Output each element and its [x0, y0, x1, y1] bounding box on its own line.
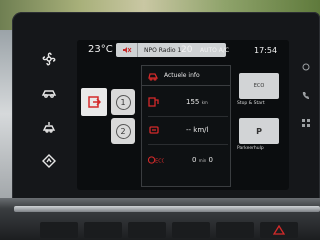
media-icon[interactable]	[299, 60, 313, 74]
right-hardkeys	[296, 50, 316, 190]
eco-icon: ECO	[253, 83, 265, 89]
status-bar: 23°C NPO Radio 1 20 AUTO A/C 17:54	[77, 40, 289, 62]
left-hardkeys	[22, 40, 72, 190]
range-row: 155 km	[148, 92, 228, 112]
eco-row: ECO 0 min 0	[148, 150, 228, 170]
panel-title: Actuele info	[164, 72, 200, 79]
panel-header: Actuele info	[142, 66, 230, 86]
touchscreen: 23°C NPO Radio 1 20 AUTO A/C 17:54 1 2 A…	[77, 40, 289, 190]
eco-icon: ECO	[148, 154, 164, 166]
console-key[interactable]	[128, 222, 166, 238]
eco-minutes: 0	[192, 156, 197, 164]
console-key[interactable]	[216, 222, 254, 238]
chrome-trim	[14, 206, 320, 212]
apps-icon[interactable]	[299, 116, 313, 130]
park-assist-button[interactable]: P	[239, 118, 279, 144]
driver-temperature[interactable]: 23°C	[88, 44, 113, 55]
hazard-button[interactable]	[260, 222, 298, 238]
car-fuel-icon	[148, 124, 164, 136]
divider	[148, 116, 228, 117]
eco-seconds: 0	[208, 156, 213, 164]
stop-start-button[interactable]: ECO	[239, 73, 279, 99]
fuel-row: -- km/l	[148, 120, 228, 140]
parking-icon: P	[256, 126, 262, 136]
console-key[interactable]	[172, 222, 210, 238]
park-assist-label: Parkeerhulp	[237, 146, 264, 151]
passenger-temperature[interactable]: 20	[181, 45, 192, 55]
fuel-pump-icon	[148, 96, 164, 108]
range-value: 155	[186, 98, 200, 106]
ac-mode[interactable]: AUTO A/C	[200, 47, 229, 54]
car-settings-icon[interactable]	[40, 84, 58, 102]
clock: 17:54	[254, 46, 278, 55]
page-1-button[interactable]: 1	[111, 89, 135, 115]
speaker-mute-icon[interactable]	[116, 43, 138, 57]
phone-icon[interactable]	[299, 88, 313, 102]
console-key[interactable]	[84, 222, 122, 238]
range-unit: km	[201, 100, 208, 105]
eco-unit: min	[198, 158, 207, 163]
fan-icon[interactable]	[40, 50, 58, 68]
fuel-value: -- km/l	[186, 126, 209, 134]
svg-text:ECO: ECO	[155, 159, 164, 165]
stop-start-label: Stop & Start	[237, 101, 265, 106]
navigation-icon[interactable]	[40, 152, 58, 170]
page-2-button[interactable]: 2	[111, 118, 135, 144]
car-tire-icon	[142, 70, 164, 82]
radio-station: NPO Radio 1	[144, 46, 182, 54]
car-driving-icon[interactable]	[40, 118, 58, 136]
hazard-icon	[273, 225, 285, 235]
console-key[interactable]	[40, 222, 78, 238]
divider	[148, 144, 228, 145]
exit-icon[interactable]	[81, 88, 107, 116]
trip-info-panel: Actuele info 155 km -- km/l ECO 0 min 0	[141, 65, 231, 187]
